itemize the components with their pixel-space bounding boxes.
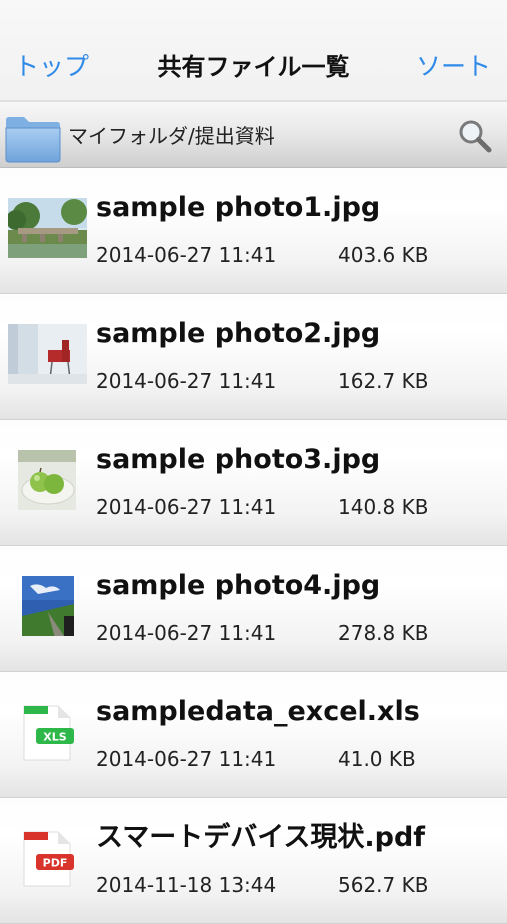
file-size: 162.7 KB (338, 369, 429, 393)
top-button[interactable]: トップ (14, 51, 89, 83)
file-date: 2014-06-27 11:41 (96, 621, 277, 645)
file-row[interactable]: sample photo1.jpg 2014-06-27 11:41 403.6… (0, 168, 507, 294)
photo-chair-thumbnail (8, 324, 87, 384)
file-name: sample photo1.jpg (96, 192, 381, 223)
file-date: 2014-06-27 11:41 (96, 243, 277, 267)
file-row[interactable]: sample photo2.jpg 2014-06-27 11:41 162.7… (0, 294, 507, 420)
search-icon[interactable] (457, 118, 493, 154)
file-name: sampledata_excel.xls (96, 696, 420, 727)
file-name: sample photo4.jpg (96, 570, 381, 601)
photo-apples-thumbnail (8, 450, 87, 510)
file-size: 562.7 KB (338, 873, 429, 897)
svg-text:PDF: PDF (43, 857, 68, 870)
file-row[interactable]: XLS sampledata_excel.xls 2014-06-27 11:4… (0, 672, 507, 798)
file-name: sample photo3.jpg (96, 444, 381, 475)
file-date: 2014-06-27 11:41 (96, 495, 277, 519)
xls-icon: XLS (8, 702, 87, 762)
file-size: 403.6 KB (338, 243, 429, 267)
file-name: スマートデバイス現状.pdf (96, 822, 426, 853)
file-row[interactable]: PDF スマートデバイス現状.pdf 2014-11-18 13:44 562.… (0, 798, 507, 924)
file-date: 2014-11-18 13:44 (96, 873, 277, 897)
file-size: 140.8 KB (338, 495, 429, 519)
photo-landscape-thumbnail (8, 198, 87, 258)
sort-button[interactable]: ソート (416, 51, 491, 83)
file-date: 2014-06-27 11:41 (96, 747, 277, 771)
folder-path: マイフォルダ/提出資料 (68, 124, 275, 148)
file-name: sample photo2.jpg (96, 318, 381, 349)
page-title: 共有ファイル一覧 (157, 53, 350, 81)
navigation-bar: トップ 共有ファイル一覧 ソート (0, 0, 507, 100)
file-row[interactable]: sample photo4.jpg 2014-06-27 11:41 278.8… (0, 546, 507, 672)
folder-path-bar: マイフォルダ/提出資料 (0, 100, 507, 168)
file-size: 278.8 KB (338, 621, 429, 645)
photo-sky-thumbnail (8, 576, 87, 636)
file-size: 41.0 KB (338, 747, 416, 771)
pdf-icon: PDF (8, 828, 87, 888)
file-list: sample photo1.jpg 2014-06-27 11:41 403.6… (0, 168, 507, 924)
file-date: 2014-06-27 11:41 (96, 369, 277, 393)
folder-icon (4, 112, 62, 164)
svg-text:XLS: XLS (43, 731, 66, 744)
file-row[interactable]: sample photo3.jpg 2014-06-27 11:41 140.8… (0, 420, 507, 546)
